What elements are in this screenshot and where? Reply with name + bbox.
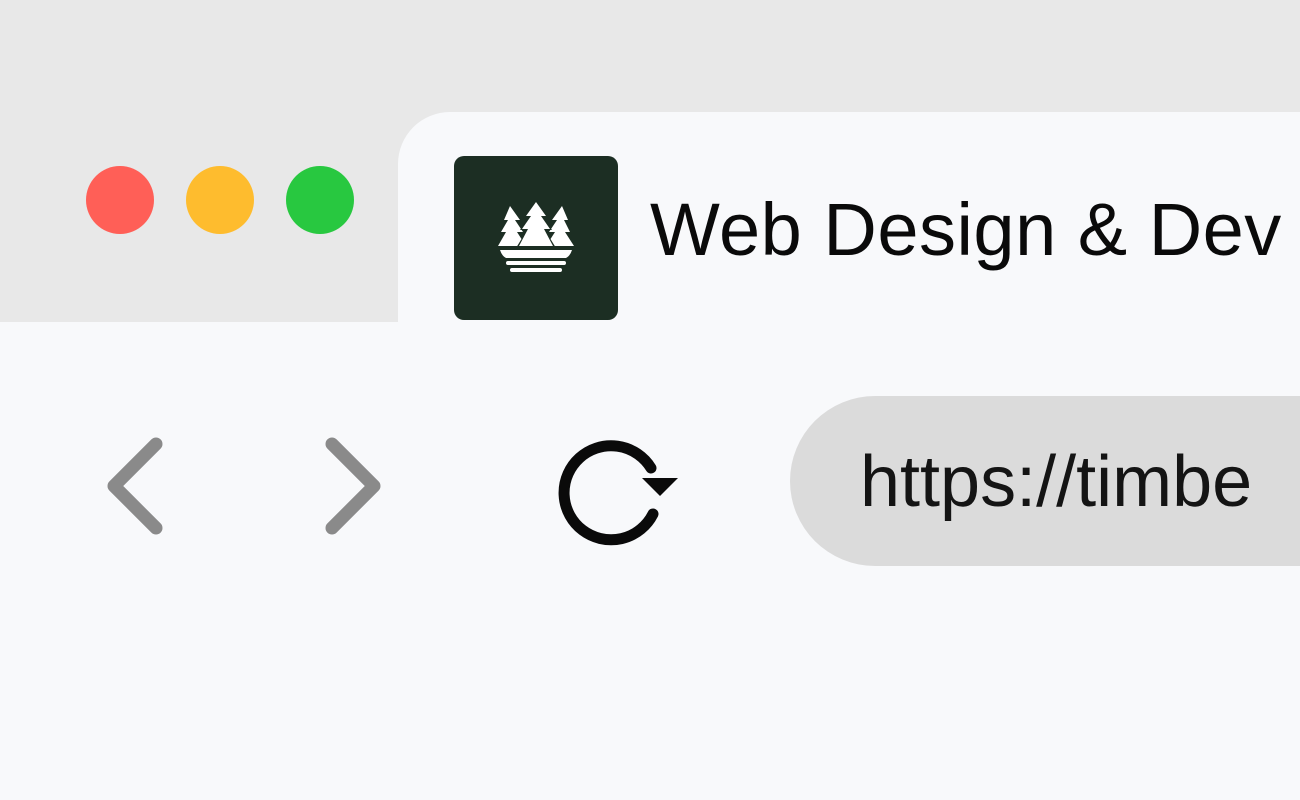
- chevron-right-icon: [325, 437, 381, 535]
- browser-window: Web Design & Dev https://timbe: [0, 0, 1300, 800]
- back-button[interactable]: [100, 430, 172, 542]
- forward-button[interactable]: [318, 430, 390, 542]
- tab-title: Web Design & Dev: [650, 188, 1282, 271]
- reload-icon: [558, 440, 678, 546]
- address-bar[interactable]: https://timbe: [790, 396, 1300, 566]
- url-text[interactable]: https://timbe: [860, 442, 1252, 522]
- minimize-window-button[interactable]: [186, 166, 254, 234]
- tab-favicon: [454, 156, 618, 320]
- close-window-button[interactable]: [86, 166, 154, 234]
- chevron-left-icon: [107, 437, 163, 535]
- zoom-window-button[interactable]: [286, 166, 354, 234]
- reload-button[interactable]: [556, 426, 686, 546]
- pine-trees-icon: [498, 198, 574, 272]
